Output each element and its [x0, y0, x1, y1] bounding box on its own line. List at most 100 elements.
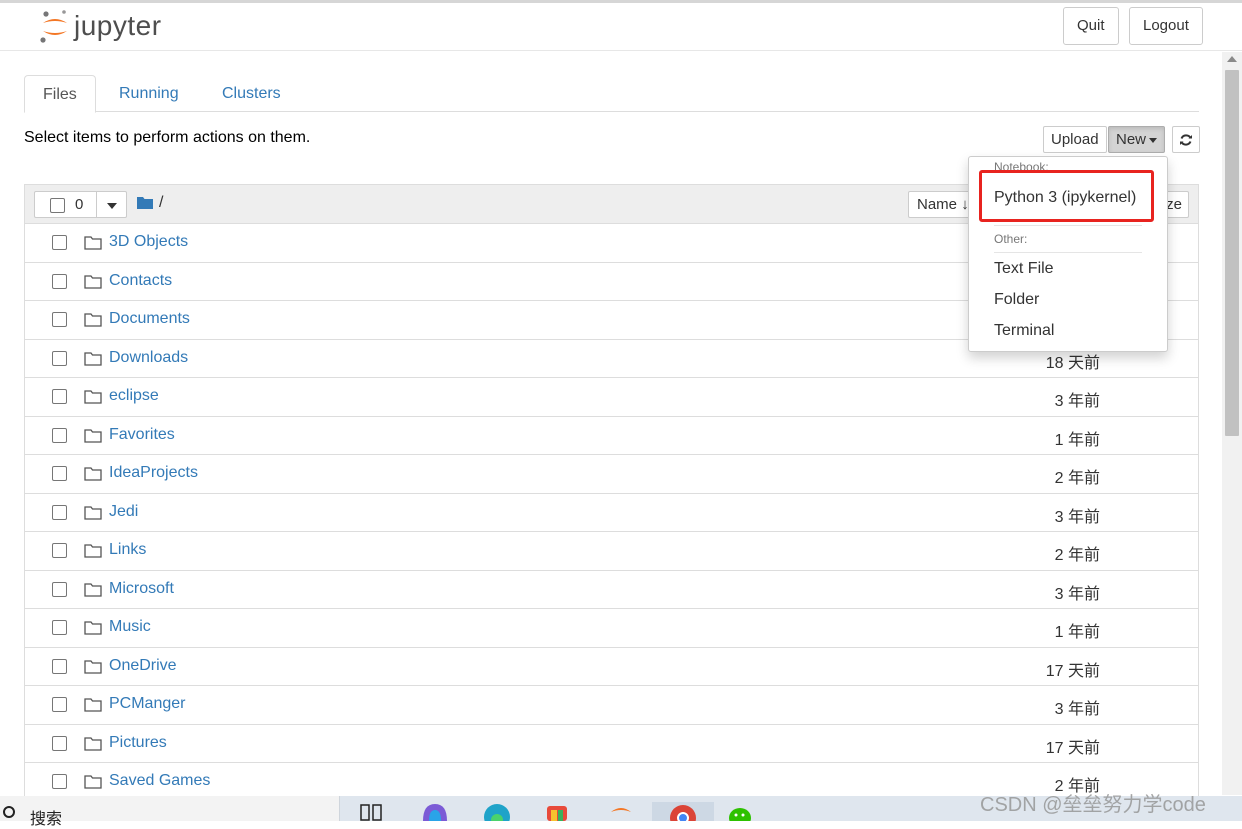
search-icon [3, 806, 15, 818]
file-name-link[interactable]: PCManger [109, 695, 185, 713]
file-modified-time: 18 天前 [1045, 354, 1100, 372]
file-name-link[interactable]: Documents [109, 310, 190, 328]
file-name-link[interactable]: IdeaProjects [109, 464, 198, 482]
file-name-link[interactable]: Jedi [109, 503, 138, 521]
new-text-file-item[interactable]: Text File [994, 260, 1054, 278]
taskbar-search-box[interactable]: 搜索 [0, 796, 340, 828]
logo-wordmark: jupyter [74, 10, 162, 41]
file-name-link[interactable]: Favorites [109, 426, 175, 444]
table-row[interactable]: Pictures 17 天前 [25, 725, 1198, 763]
folder-icon [84, 698, 102, 712]
file-name-link[interactable]: eclipse [109, 387, 159, 405]
row-checkbox[interactable] [52, 389, 67, 404]
edge-browser-icon[interactable] [482, 802, 512, 829]
scrollbar-thumb[interactable] [1225, 70, 1239, 436]
table-row[interactable]: Favorites 1 年前 [25, 417, 1198, 455]
file-name-link[interactable]: OneDrive [109, 657, 177, 675]
row-checkbox[interactable] [52, 427, 67, 443]
menu-divider [994, 252, 1142, 253]
sort-name-label: Name [917, 196, 958, 213]
row-checkbox[interactable] [52, 543, 67, 558]
main-tabs: Files Running Clusters [24, 75, 1199, 113]
logout-button[interactable]: Logout [1129, 7, 1203, 45]
folder-icon [84, 775, 102, 789]
jupyter-app-icon[interactable] [606, 802, 636, 826]
tab-running[interactable]: Running [101, 75, 197, 112]
folder-icon [84, 274, 102, 289]
file-modified-time: 1 年前 [1054, 624, 1100, 641]
row-checkbox[interactable] [52, 581, 67, 597]
row-checkbox[interactable] [52, 697, 67, 712]
row-checkbox[interactable] [52, 235, 67, 250]
table-row[interactable]: Jedi 3 年前 [25, 494, 1198, 532]
folder-icon [84, 313, 102, 327]
new-terminal-item[interactable]: Terminal [994, 322, 1054, 340]
menu-divider [994, 225, 1142, 226]
select-dropdown-caret-icon[interactable] [107, 203, 117, 209]
caret-down-icon [1149, 137, 1158, 143]
table-row[interactable]: eclipse 3 年前 [25, 378, 1198, 417]
folder-icon [84, 505, 102, 520]
scroll-up-arrow-icon[interactable] [1227, 56, 1237, 62]
file-name-link[interactable]: Pictures [109, 734, 167, 752]
file-name-link[interactable]: Microsoft [109, 580, 174, 598]
select-all-checkbox[interactable] [50, 198, 65, 213]
file-name-link[interactable]: Music [109, 618, 151, 636]
table-row[interactable]: PCManger 3 年前 [25, 686, 1198, 725]
file-name-link[interactable]: Downloads [109, 349, 188, 367]
file-modified-time: 1 年前 [1054, 431, 1100, 449]
task-view-icon[interactable] [360, 802, 382, 826]
taskbar-search-text: 搜索 [30, 811, 63, 828]
folder-icon [84, 351, 102, 366]
file-modified-time: 2 年前 [1054, 470, 1100, 487]
row-checkbox[interactable] [52, 735, 67, 751]
tab-files[interactable]: Files [24, 75, 96, 113]
folder-icon [84, 736, 102, 751]
breadcrumb-path[interactable]: / [159, 194, 163, 212]
row-checkbox[interactable] [52, 273, 67, 289]
upload-button[interactable]: Upload [1043, 126, 1107, 153]
copilot-icon[interactable] [420, 802, 450, 826]
file-modified-time: 17 天前 [1045, 739, 1100, 757]
row-checkbox[interactable] [52, 658, 67, 674]
new-button[interactable]: New [1108, 126, 1166, 153]
wechat-icon[interactable] [726, 802, 756, 828]
jupyter-logo-icon [40, 10, 67, 43]
row-checkbox[interactable] [52, 312, 67, 327]
app-icon[interactable] [542, 802, 572, 826]
file-modified-time: 3 年前 [1054, 508, 1100, 526]
folder-icon [84, 467, 102, 481]
row-checkbox[interactable] [52, 620, 67, 635]
file-name-link[interactable]: Saved Games [109, 772, 210, 790]
table-row[interactable]: Microsoft 3 年前 [25, 571, 1198, 609]
file-name-link[interactable]: Contacts [109, 272, 172, 290]
jupyter-logo[interactable]: jupyter [38, 9, 178, 49]
table-row[interactable]: Links 2 年前 [25, 532, 1198, 571]
row-checkbox[interactable] [52, 350, 67, 366]
table-row[interactable]: OneDrive 17 天前 [25, 648, 1198, 686]
other-section-header: Other: [994, 232, 1028, 246]
folder-icon [84, 582, 102, 597]
header-bar: jupyter Quit Logout [0, 3, 1242, 51]
row-checkbox[interactable] [52, 466, 67, 481]
refresh-icon [1180, 134, 1192, 146]
quit-button[interactable]: Quit [1063, 7, 1119, 45]
folder-home-icon[interactable] [137, 196, 153, 209]
file-modified-time: 3 年前 [1054, 393, 1100, 410]
file-name-link[interactable]: 3D Objects [109, 233, 188, 251]
table-row[interactable]: IdeaProjects 2 年前 [25, 455, 1198, 494]
page-scrollbar[interactable] [1222, 52, 1242, 795]
file-modified-time: 3 年前 [1054, 585, 1100, 603]
refresh-button[interactable] [1172, 126, 1200, 153]
row-checkbox[interactable] [52, 504, 67, 520]
select-all-group[interactable]: 0 [34, 191, 127, 218]
folder-icon [84, 236, 102, 250]
file-name-link[interactable]: Links [109, 541, 146, 559]
table-row[interactable]: Music 1 年前 [25, 609, 1198, 648]
tab-clusters[interactable]: Clusters [204, 75, 299, 112]
new-folder-item[interactable]: Folder [994, 291, 1039, 309]
instructions-text: Select items to perform actions on them. [24, 129, 311, 146]
annotation-highlight-box [979, 170, 1154, 222]
chrome-browser-icon[interactable] [652, 802, 714, 829]
row-checkbox[interactable] [52, 774, 67, 789]
